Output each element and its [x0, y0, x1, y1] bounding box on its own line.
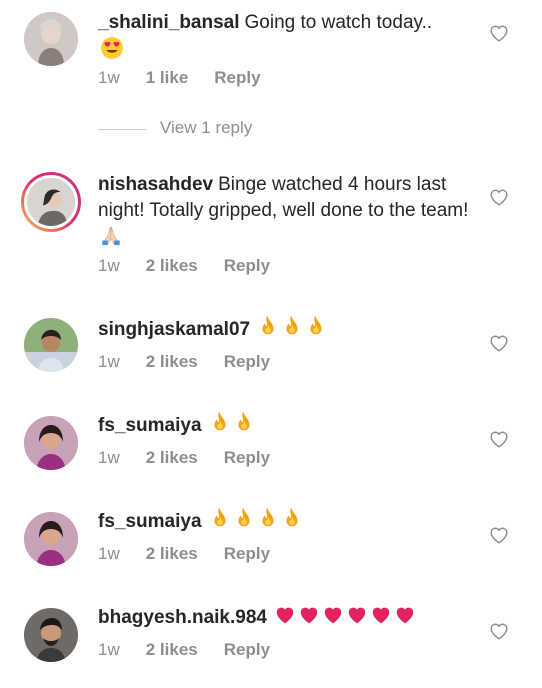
reply-button[interactable]: Reply: [224, 448, 270, 467]
likes-count[interactable]: 2 likes: [146, 352, 198, 371]
like-heart-icon[interactable]: [488, 332, 510, 354]
like-heart-icon[interactable]: [488, 22, 510, 44]
avatar[interactable]: [24, 12, 78, 66]
view-replies-label[interactable]: View 1 reply: [160, 118, 252, 138]
likes-count[interactable]: 2 likes: [146, 640, 198, 659]
comment-time: 1w: [98, 352, 120, 371]
comment-time: 1w: [98, 448, 120, 467]
reply-button[interactable]: Reply: [214, 68, 260, 87]
comment-username[interactable]: _shalini_bansal: [98, 12, 240, 33]
like-heart-icon[interactable]: [488, 620, 510, 642]
replies-divider: [98, 129, 146, 130]
comment-username[interactable]: fs_sumaiya: [98, 415, 202, 436]
fire-emoji-icon: [257, 316, 329, 346]
red-heart-emoji-icon: [274, 604, 418, 634]
avatar-story-ring[interactable]: [21, 172, 81, 232]
likes-count[interactable]: 2 likes: [146, 448, 198, 467]
reply-button[interactable]: Reply: [224, 640, 270, 659]
comment-username[interactable]: fs_sumaiya: [98, 511, 202, 532]
comment-username[interactable]: singhjaskamal07: [98, 319, 250, 340]
folded-hands-emoji-icon: [100, 224, 124, 254]
like-heart-icon[interactable]: [488, 428, 510, 450]
comment-username[interactable]: bhagyesh.naik.984: [98, 607, 267, 628]
comment-username[interactable]: nishasahdev: [98, 174, 213, 195]
likes-count[interactable]: 1 like: [146, 68, 189, 87]
avatar[interactable]: [24, 608, 78, 662]
comment-text: Going to watch today..: [244, 12, 433, 33]
fire-emoji-icon: [209, 508, 305, 538]
heart-eyes-emoji-icon: [100, 36, 126, 68]
comment-time: 1w: [98, 544, 120, 563]
reply-button[interactable]: Reply: [224, 256, 270, 275]
likes-count[interactable]: 2 likes: [146, 256, 198, 275]
avatar[interactable]: [24, 512, 78, 566]
comment-time: 1w: [98, 256, 120, 275]
comment-time: 1w: [98, 68, 120, 87]
likes-count[interactable]: 2 likes: [146, 544, 198, 563]
like-heart-icon[interactable]: [488, 524, 510, 546]
fire-emoji-icon: [209, 412, 257, 442]
reply-button[interactable]: Reply: [224, 544, 270, 563]
avatar[interactable]: [24, 416, 78, 470]
comment-time: 1w: [98, 640, 120, 659]
like-heart-icon[interactable]: [488, 186, 510, 208]
avatar[interactable]: [24, 318, 78, 372]
reply-button[interactable]: Reply: [224, 352, 270, 371]
